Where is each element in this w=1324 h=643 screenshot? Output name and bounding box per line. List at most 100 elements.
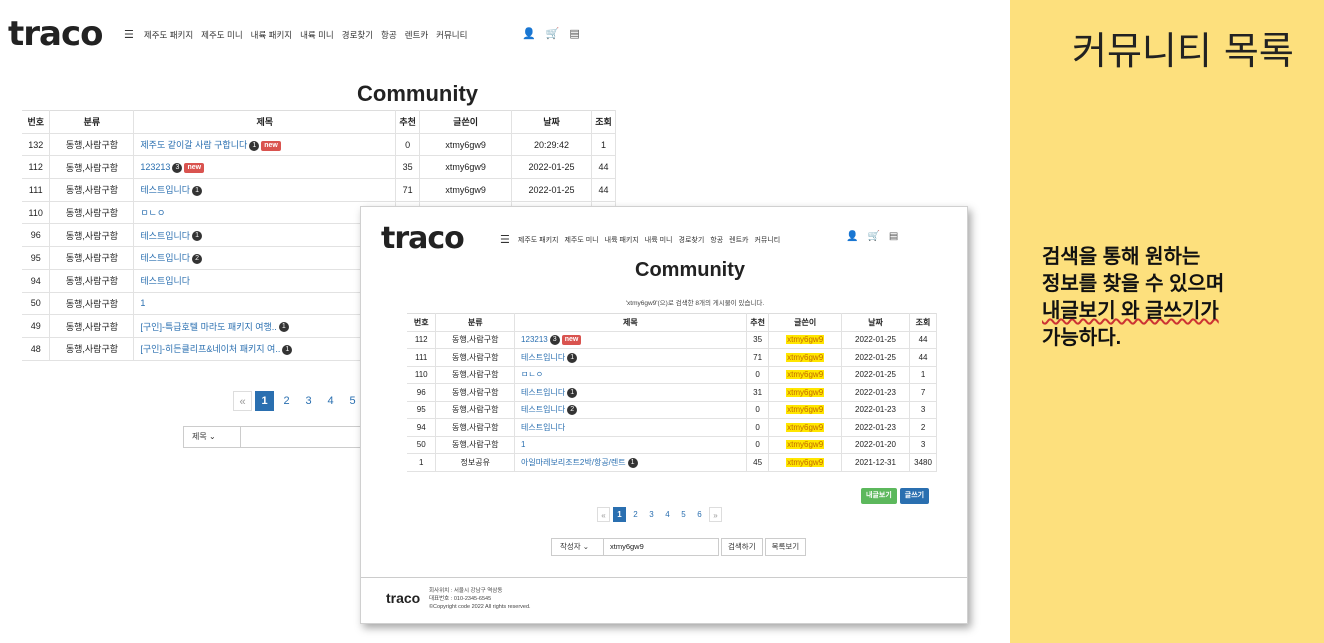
table-row[interactable]: 1 정보공유 아일마레보리조트2박/항공/렌트 1 45 xtmy6gw9 2021-12-…	[407, 453, 937, 472]
nav-item-jeju-package[interactable]: 제주도 패키지	[518, 235, 559, 245]
post-title-cell[interactable]: 제주도 같이갈 사람 구합니다 1 new	[133, 133, 397, 157]
post-title-link[interactable]: 테스트입니다	[521, 388, 565, 397]
post-title-link[interactable]: 123213	[140, 162, 170, 172]
table-row[interactable]: 132 동행,사람구함 제주도 같이갈 사람 구합니다 1 new 0 xtmy6gw9 20…	[22, 133, 617, 157]
nav-item-inland-package[interactable]: 내륙 패키지	[605, 235, 639, 245]
post-title-cell[interactable]: 테스트입니다 1	[514, 383, 747, 402]
post-title-link[interactable]: 테스트입니다	[521, 405, 565, 414]
nav-item-inland-package[interactable]: 내륙 패키지	[251, 29, 292, 41]
nav-item-rentcar[interactable]: 렌트카	[729, 235, 748, 245]
page-number-button[interactable]: 4	[321, 391, 340, 411]
post-title-link[interactable]: 테스트입니다	[140, 231, 190, 241]
nav-item-community[interactable]: 커뮤니티	[754, 235, 780, 245]
post-title-cell[interactable]: 테스트입니다 2	[133, 246, 397, 270]
table-row[interactable]: 110 동행,사람구함 ㅁㄴㅇ 0 xtmy6gw9 2022-01-25 1	[407, 366, 937, 384]
my-posts-button[interactable]: 내글보기	[861, 488, 897, 504]
brand-logo[interactable]: traco	[381, 221, 465, 256]
post-title-cell[interactable]: 1	[514, 436, 747, 454]
column-header[interactable]: 날짜	[511, 110, 592, 134]
post-title-cell[interactable]: 테스트입니다 1	[133, 223, 397, 248]
column-header[interactable]: 추천	[746, 313, 770, 332]
column-header[interactable]: 분류	[435, 313, 516, 332]
page-number-button[interactable]: 5	[677, 507, 690, 522]
nav-item-inland-mini[interactable]: 내륙 미니	[645, 235, 673, 245]
table-row[interactable]: 112 동행,사람구함 123213 3 new 35 xtmy6gw9 2022-01-25…	[22, 155, 617, 180]
post-title-link[interactable]: 1	[140, 298, 145, 308]
post-title-cell[interactable]: 123213 3 new	[133, 155, 397, 180]
table-row[interactable]: 50 동행,사람구함 1 0 xtmy6gw9 2022-01-20 3	[407, 436, 937, 454]
nav-item-route[interactable]: 경로찾기	[679, 235, 705, 245]
page-number-button[interactable]: 4	[661, 507, 674, 522]
post-title-link[interactable]: 테스트입니다	[521, 353, 565, 362]
post-title-cell[interactable]: 1	[133, 292, 397, 316]
post-title-link[interactable]: 테스트입니다	[521, 423, 565, 432]
post-title-cell[interactable]: 테스트입니다	[133, 269, 397, 293]
nav-item-flight[interactable]: 항공	[710, 235, 723, 245]
column-header[interactable]: 글쓴이	[768, 313, 842, 332]
nav-item-rentcar[interactable]: 렌트카	[405, 29, 428, 41]
nav-item-inland-mini[interactable]: 내륙 미니	[300, 29, 334, 41]
table-row[interactable]: 95 동행,사람구함 테스트입니다 2 0 xtmy6gw9 2022-01-23 3	[407, 401, 937, 419]
list-icon[interactable]: ▤	[889, 231, 898, 242]
column-header[interactable]: 날짜	[841, 313, 911, 332]
column-header[interactable]: 번호	[22, 110, 51, 134]
post-title-link[interactable]: 제주도 같이갈 사람 구합니다	[140, 140, 247, 150]
table-row[interactable]: 94 동행,사람구함 테스트입니다 0 xtmy6gw9 2022-01-23 2	[407, 418, 937, 437]
menu-icon[interactable]: ☰	[500, 233, 510, 246]
table-row[interactable]: 111 동행,사람구함 테스트입니다 1 71 xtmy6gw9 2022-01-25 44	[22, 178, 617, 202]
page-number-button[interactable]: 6	[693, 507, 706, 522]
nav-item-jeju-package[interactable]: 제주도 패키지	[144, 29, 193, 41]
column-header[interactable]: 추천	[395, 110, 421, 134]
nav-item-flight[interactable]: 항공	[381, 29, 397, 41]
search-input[interactable]: xtmy6gw9	[604, 538, 719, 556]
cart-icon[interactable]: 🛒	[867, 231, 879, 242]
write-button[interactable]: 글쓰기	[899, 488, 930, 504]
column-header[interactable]: 글쓴이	[419, 110, 513, 134]
post-title-link[interactable]: ㅁㄴㅇ	[140, 208, 165, 218]
post-title-cell[interactable]: [구인]-특급호텔 마라도 패키지 여행.. 1	[133, 314, 397, 338]
menu-icon[interactable]: ☰	[124, 28, 134, 41]
search-type-select[interactable]: 제목 ⌄	[183, 426, 241, 448]
post-title-link[interactable]: 123213	[521, 335, 548, 344]
post-title-link[interactable]: 테스트입니다	[140, 185, 190, 195]
post-title-link[interactable]: 아일마레보리조트2박/항공/렌트	[521, 458, 626, 467]
page-arrow-button[interactable]: «	[233, 391, 252, 411]
user-icon[interactable]: 👤	[846, 231, 858, 242]
post-title-link[interactable]: 테스트입니다	[140, 276, 190, 286]
table-row[interactable]: 111 동행,사람구함 테스트입니다 1 71 xtmy6gw9 2022-01-25 44	[407, 348, 937, 367]
column-header[interactable]: 번호	[407, 313, 437, 332]
post-title-link[interactable]: 1	[521, 440, 525, 449]
post-title-cell[interactable]: 테스트입니다 1	[514, 348, 747, 367]
post-title-cell[interactable]: 테스트입니다 1	[133, 178, 397, 202]
post-title-cell[interactable]: 아일마레보리조트2박/항공/렌트 1	[514, 453, 747, 472]
page-number-button[interactable]: 3	[645, 507, 658, 522]
page-number-button[interactable]: 1	[613, 507, 626, 522]
post-title-cell[interactable]: ㅁㄴㅇ	[133, 201, 397, 225]
post-title-cell[interactable]: 테스트입니다	[514, 418, 747, 437]
column-header[interactable]: 제목	[133, 110, 397, 134]
column-header[interactable]: 제목	[514, 313, 747, 332]
post-title-cell[interactable]: 테스트입니다 2	[514, 401, 747, 419]
column-header[interactable]: 분류	[49, 110, 135, 134]
user-icon[interactable]: 👤	[522, 27, 536, 40]
post-title-link[interactable]: ㅁㄴㅇ	[521, 370, 543, 379]
cart-icon[interactable]: 🛒	[546, 27, 560, 40]
post-title-link[interactable]: [구인]-히든클리프&네이처 패키지 여..	[140, 344, 280, 354]
search-button[interactable]: 검색하기	[721, 538, 763, 556]
page-number-button[interactable]: 3	[299, 391, 318, 411]
post-title-cell[interactable]: ㅁㄴㅇ	[514, 366, 747, 384]
post-title-link[interactable]: [구인]-특급호텔 마라도 패키지 여행..	[140, 322, 276, 332]
column-header[interactable]: 조회	[909, 313, 937, 332]
page-arrow-button[interactable]: «	[597, 507, 610, 522]
nav-item-jeju-mini[interactable]: 제주도 미니	[201, 29, 242, 41]
table-row[interactable]: 112 동행,사람구함 123213 3 new 35 xtmy6gw9 2022-01-25…	[407, 331, 937, 349]
table-row[interactable]: 96 동행,사람구함 테스트입니다 1 31 xtmy6gw9 2022-01-23 7	[407, 383, 937, 402]
page-number-button[interactable]: 2	[277, 391, 296, 411]
column-header[interactable]: 조회	[591, 110, 617, 134]
page-number-button[interactable]: 2	[629, 507, 642, 522]
nav-item-community[interactable]: 커뮤니티	[436, 29, 467, 41]
post-title-cell[interactable]: [구인]-히든클리프&네이처 패키지 여.. 1	[133, 337, 397, 361]
nav-item-jeju-mini[interactable]: 제주도 미니	[564, 235, 598, 245]
list-icon[interactable]: ▤	[569, 27, 579, 40]
search-input[interactable]	[241, 426, 371, 448]
